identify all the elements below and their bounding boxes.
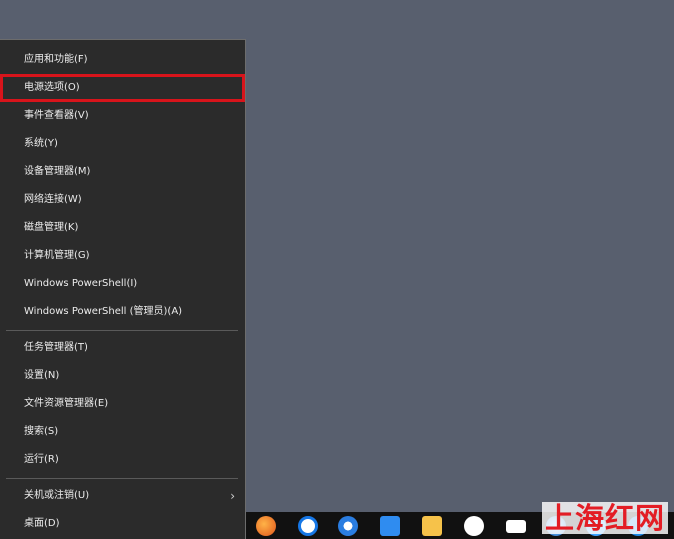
winx-context-menu: 应用和功能(F) 电源选项(O) 事件查看器(V) 系统(Y) 设备管理器(M)… <box>0 39 246 539</box>
menu-item-powershell-admin[interactable]: Windows PowerShell (管理员)(A) <box>0 298 245 326</box>
sogou-icon[interactable] <box>338 516 358 536</box>
menu-item-label: 电源选项(O) <box>24 82 80 93</box>
menu-item-label: Windows PowerShell (管理员)(A) <box>24 306 183 317</box>
menu-item-label: 桌面(D) <box>24 518 60 529</box>
menu-item-label: 关机或注销(U) <box>24 490 90 501</box>
menu-item-label: 应用和功能(F) <box>24 54 88 65</box>
menu-separator <box>6 478 238 479</box>
folder-icon[interactable] <box>422 516 442 536</box>
qq-browser-icon[interactable] <box>298 516 318 536</box>
menu-item-apps-features[interactable]: 应用和功能(F) <box>0 46 245 74</box>
menu-item-search[interactable]: 搜索(S) <box>0 418 245 446</box>
menu-item-label: 事件查看器(V) <box>24 110 89 121</box>
menu-item-label: 任务管理器(T) <box>24 342 88 353</box>
menu-item-label: 运行(R) <box>24 454 59 465</box>
menu-item-label: Windows PowerShell(I) <box>24 278 138 289</box>
menu-item-power-options[interactable]: 电源选项(O) <box>0 74 245 102</box>
menu-item-label: 网络连接(W) <box>24 194 82 205</box>
firefox-icon[interactable] <box>256 516 276 536</box>
menu-item-network-connections[interactable]: 网络连接(W) <box>0 186 245 214</box>
menu-item-task-manager[interactable]: 任务管理器(T) <box>0 334 245 362</box>
menu-item-label: 系统(Y) <box>24 138 58 149</box>
chevron-right-icon: › <box>230 489 235 503</box>
menu-item-label: 计算机管理(G) <box>24 250 90 261</box>
menu-item-computer-management[interactable]: 计算机管理(G) <box>0 242 245 270</box>
menu-item-label: 磁盘管理(K) <box>24 222 79 233</box>
menu-item-label: 设备管理器(M) <box>24 166 91 177</box>
menu-separator <box>6 330 238 331</box>
menu-item-run[interactable]: 运行(R) <box>0 446 245 474</box>
menu-item-label: 设置(N) <box>24 370 60 381</box>
menu-item-label: 文件资源管理器(E) <box>24 398 109 409</box>
menu-item-shutdown-signout[interactable]: 关机或注销(U) › <box>0 482 245 510</box>
menu-item-disk-management[interactable]: 磁盘管理(K) <box>0 214 245 242</box>
wechat-icon[interactable] <box>464 516 484 536</box>
mail-icon[interactable] <box>506 520 526 533</box>
menu-item-system[interactable]: 系统(Y) <box>0 130 245 158</box>
menu-item-event-viewer[interactable]: 事件查看器(V) <box>0 102 245 130</box>
watermark: 上海红网 <box>541 502 668 534</box>
menu-item-file-explorer[interactable]: 文件资源管理器(E) <box>0 390 245 418</box>
menu-item-powershell[interactable]: Windows PowerShell(I) <box>0 270 245 298</box>
menu-item-desktop[interactable]: 桌面(D) <box>0 510 245 538</box>
menu-item-label: 搜索(S) <box>24 426 59 437</box>
feishu-icon[interactable] <box>380 516 400 536</box>
menu-item-device-manager[interactable]: 设备管理器(M) <box>0 158 245 186</box>
menu-item-settings[interactable]: 设置(N) <box>0 362 245 390</box>
